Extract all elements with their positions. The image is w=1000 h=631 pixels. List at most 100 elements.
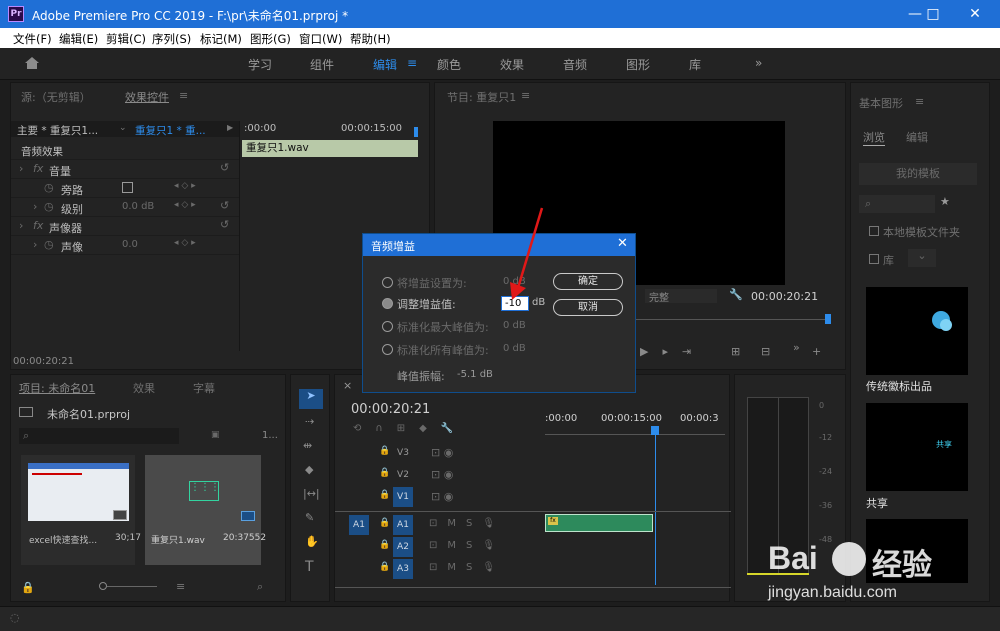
workspace-graphics[interactable]: 图形 [626, 56, 650, 73]
param-row-bypass[interactable]: ◷ 旁路 ◂ ◇ ▸ [11, 179, 240, 198]
lock-icon[interactable]: 🔒 [379, 540, 390, 550]
maximize-icon[interactable]: □ [918, 4, 948, 24]
workspace-menu-icon[interactable]: ≡ [407, 56, 417, 70]
template-thumb-share[interactable]: 共享 [866, 403, 968, 491]
zoom-slider[interactable] [99, 582, 107, 590]
lock-icon[interactable]: 🔒 [379, 468, 390, 478]
keyframe-nav-icon[interactable]: ◂ ◇ ▸ [174, 238, 196, 248]
more-workspaces-icon[interactable]: » [755, 56, 762, 70]
tab-browse[interactable]: 浏览 [863, 129, 885, 146]
track-v3[interactable]: V3 [393, 443, 413, 463]
lock-icon[interactable]: 🔒 [379, 490, 390, 500]
project-item-video[interactable]: excel快速查找... 30;17 [21, 455, 141, 565]
project-item-audio[interactable]: ⋮⋮⋮ 重复只1.wav 20:37552 [145, 455, 266, 565]
add-button-icon[interactable]: + [812, 345, 821, 358]
project-tab[interactable]: 项目: 未命名01 [19, 380, 95, 396]
lift-icon[interactable]: ⊞ [731, 345, 740, 358]
workspace-learn[interactable]: 学习 [248, 56, 272, 73]
my-templates-select[interactable]: 我的模板 [859, 163, 977, 185]
sequence-clip-label[interactable]: 重复只1 * 重... [135, 123, 206, 138]
panel-menu-icon[interactable]: ≡ [179, 89, 188, 102]
workspace-assembly[interactable]: 组件 [310, 56, 334, 73]
radio-normalize-all[interactable] [382, 344, 393, 355]
lock-icon[interactable]: 🔒 [379, 446, 390, 456]
slip-icon[interactable]: |↔| [303, 487, 320, 500]
expand-icon[interactable]: › [19, 162, 23, 175]
sync-lock-icon[interactable]: ⊡ ◉ [431, 446, 453, 459]
time-ruler[interactable] [545, 429, 725, 435]
template-thumb-logo[interactable] [866, 287, 968, 375]
expand-icon[interactable]: › [33, 200, 37, 213]
cancel-button[interactable]: 取消 [553, 299, 623, 316]
library-checkbox[interactable] [869, 254, 879, 264]
expand-icon[interactable]: › [19, 219, 23, 232]
master-clip-label[interactable]: 主要 * 重复只1... [17, 123, 98, 138]
radio-adjust-gain[interactable] [382, 298, 393, 309]
ripple-edit-icon[interactable]: ⇹ [303, 439, 312, 452]
razor-icon[interactable]: ◆ [305, 463, 313, 476]
search-icon[interactable]: ⌕ [257, 580, 263, 594]
close-icon[interactable]: ✕ [960, 4, 990, 24]
sync-lock-icon[interactable]: ⊡ ◉ [431, 468, 453, 481]
source-tab[interactable]: 源:（无剪辑） [21, 89, 91, 105]
menu-clip[interactable]: 剪辑(C) [106, 31, 146, 47]
option-value[interactable]: 0 dB [503, 320, 526, 331]
workspace-effects[interactable]: 效果 [500, 56, 524, 73]
track-v2[interactable]: V2 [393, 465, 413, 485]
type-tool-icon[interactable]: T [305, 559, 314, 575]
effects-tab[interactable]: 效果 [133, 380, 155, 396]
timeline-tools[interactable]: ⟲∩⊞◆🔧 [353, 423, 467, 434]
reset-icon[interactable]: ↺ [220, 161, 229, 174]
sync-lock-icon[interactable]: ⊡ ◉ [431, 490, 453, 503]
keyframe-nav-icon[interactable]: ◂ ◇ ▸ [174, 181, 196, 191]
radio-normalize-max[interactable] [382, 321, 393, 332]
mute-solo-icons[interactable]: ⊡MS🎙 [429, 562, 505, 573]
track-a1[interactable]: A1 [393, 515, 413, 535]
reset-icon[interactable]: ↺ [220, 218, 229, 231]
selection-tool-icon[interactable]: ➤ [299, 389, 323, 409]
track-a3[interactable]: A3 [393, 559, 413, 579]
timeline-playhead[interactable] [651, 426, 659, 435]
ok-button[interactable]: 确定 [553, 273, 623, 290]
play-small-icon[interactable]: ▶ [227, 123, 233, 132]
dialog-close-icon[interactable]: ✕ [617, 236, 628, 251]
project-search-input[interactable] [19, 428, 179, 444]
expand-icon[interactable]: › [33, 238, 37, 251]
pen-icon[interactable]: ✎ [305, 511, 314, 524]
track-v1[interactable]: V1 [393, 487, 413, 507]
radio-set-gain[interactable] [382, 277, 393, 288]
workspace-editing[interactable]: 编辑 [373, 56, 397, 73]
workspace-libraries[interactable]: 库 [689, 56, 701, 73]
lock-icon[interactable]: 🔒 [379, 518, 390, 528]
ec-clip[interactable]: 重复只1.wav [242, 140, 418, 157]
chevron-down-icon[interactable]: ⌄ [119, 123, 127, 133]
fit-select[interactable]: 完整 [645, 289, 717, 304]
menu-sequence[interactable]: 序列(S) [152, 31, 191, 47]
option-value[interactable]: 0 dB [503, 343, 526, 354]
stopwatch-icon[interactable]: ◷ [44, 200, 54, 213]
menu-file[interactable]: 文件(F) [13, 31, 52, 47]
keyframe-nav-icon[interactable]: ◂ ◇ ▸ [174, 200, 196, 210]
effect-row-volume[interactable]: › fx 音量 ↺ [11, 160, 240, 179]
menu-window[interactable]: 窗口(W) [299, 31, 342, 47]
tab-edit[interactable]: 编辑 [906, 129, 928, 145]
track-a2[interactable]: A2 [393, 537, 413, 557]
menu-graphics[interactable]: 图形(G) [250, 31, 291, 47]
wrench-icon[interactable]: 🔧 [729, 288, 743, 301]
param-value[interactable]: 0.0 dB [122, 201, 154, 212]
param-row-level[interactable]: › ◷ 级别 0.0 dB ◂ ◇ ▸ ↺ [11, 198, 240, 217]
stopwatch-icon[interactable]: ◷ [44, 238, 54, 251]
menu-edit[interactable]: 编辑(E) [59, 31, 98, 47]
program-tab[interactable]: 节目: 重复只1 [447, 89, 516, 105]
stopwatch-icon[interactable]: ◷ [44, 181, 54, 194]
param-value[interactable]: 0.0 [122, 239, 138, 250]
bin-icon[interactable]: ▣ [211, 430, 220, 440]
more-icon[interactable]: » [793, 341, 800, 354]
reset-icon[interactable]: ↺ [220, 199, 229, 212]
panel-menu-icon[interactable]: ≡ [915, 95, 924, 108]
effect-controls-tab[interactable]: 效果控件 [125, 89, 169, 105]
close-tab-icon[interactable]: × [343, 379, 352, 392]
extract-icon[interactable]: ⊟ [761, 345, 770, 358]
workspace-audio[interactable]: 音频 [563, 56, 587, 73]
menu-help[interactable]: 帮助(H) [350, 31, 391, 47]
